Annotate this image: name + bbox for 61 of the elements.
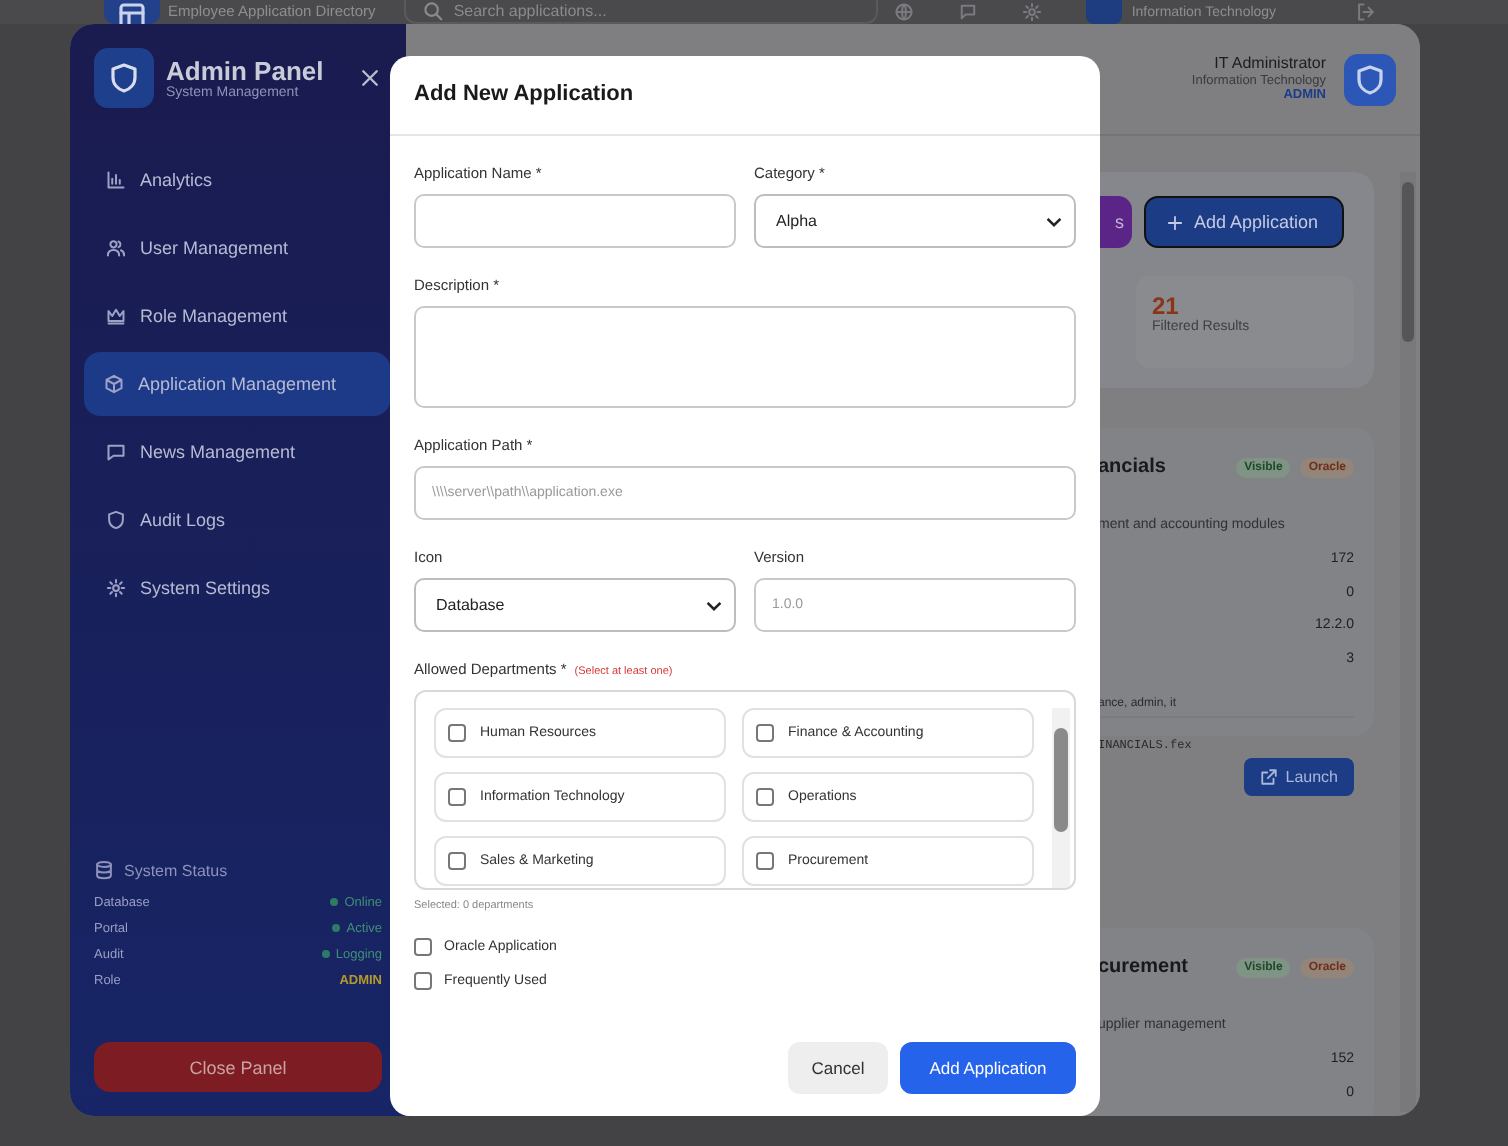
add-application-button[interactable]: Add Application xyxy=(1144,196,1344,248)
checkbox[interactable] xyxy=(414,971,432,989)
nav-item[interactable]: User Management xyxy=(86,216,390,280)
close-panel-button[interactable]: Close Panel xyxy=(94,1042,382,1092)
checkbox[interactable] xyxy=(756,852,774,870)
checkbox[interactable] xyxy=(448,724,466,742)
cancel-button[interactable]: Cancel xyxy=(788,1042,888,1094)
database-icon xyxy=(94,860,114,880)
nav-item[interactable]: Analytics xyxy=(86,148,390,212)
plus-icon xyxy=(1166,213,1184,231)
nav-item[interactable]: System Settings xyxy=(86,556,390,620)
settings-icon[interactable] xyxy=(1021,2,1042,22)
external-link-icon xyxy=(1259,768,1278,786)
chat-icon[interactable] xyxy=(957,2,978,22)
dialog-title: Add New Application xyxy=(390,56,1100,136)
shield-icon xyxy=(106,510,126,530)
globe-icon[interactable] xyxy=(893,2,914,22)
dropdown[interactable]: Alpha xyxy=(754,194,1076,248)
checkbox[interactable] xyxy=(756,788,774,806)
nav-item[interactable]: Audit Logs xyxy=(86,488,390,552)
users-icon xyxy=(106,238,126,258)
stat-value: 21 xyxy=(1152,292,1179,320)
nav-item[interactable]: Application Management xyxy=(84,352,390,416)
chat-icon xyxy=(106,442,126,462)
checkbox[interactable] xyxy=(448,852,466,870)
portal-logo xyxy=(104,0,160,24)
checkbox[interactable] xyxy=(414,937,432,955)
name-field[interactable] xyxy=(414,194,736,248)
status-dot xyxy=(332,924,341,932)
user-name: IT Administrator xyxy=(1212,54,1326,74)
close-icon xyxy=(358,66,382,90)
scrollbar[interactable] xyxy=(1052,708,1070,888)
settings-icon xyxy=(106,578,126,598)
status-dot xyxy=(330,898,339,906)
shield-icon xyxy=(108,62,140,94)
nav-item[interactable]: Role Management xyxy=(86,284,390,348)
application-title: ancials xyxy=(1098,456,1166,478)
scrollbar-thumb[interactable] xyxy=(1054,728,1068,832)
checkbox[interactable] xyxy=(756,724,774,742)
logout-icon[interactable] xyxy=(1356,2,1377,22)
status-title: System Status xyxy=(124,861,228,879)
dropdown[interactable]: Database xyxy=(414,578,736,632)
search-icon xyxy=(421,0,444,22)
caret-icon xyxy=(1046,215,1062,227)
cube-icon xyxy=(104,374,124,394)
application-title: curement xyxy=(1098,956,1189,978)
panel-title: Admin Panel xyxy=(166,56,326,86)
description-field[interactable] xyxy=(414,306,1076,408)
crown-icon xyxy=(106,306,126,326)
scrollbar[interactable] xyxy=(1400,172,1416,1112)
scrollbar-thumb[interactable] xyxy=(1402,182,1414,342)
caret-icon xyxy=(706,599,722,611)
close-button[interactable] xyxy=(358,66,382,90)
bar-chart-icon xyxy=(106,170,126,190)
add-application-button[interactable]: Add Application xyxy=(900,1042,1076,1094)
shield-icon xyxy=(1354,63,1386,95)
launch-button[interactable]: Launch xyxy=(1243,758,1354,796)
nav-item[interactable]: News Management xyxy=(86,420,390,484)
user-avatar[interactable] xyxy=(1344,53,1396,105)
checkbox[interactable] xyxy=(448,788,466,806)
status-dot xyxy=(321,950,330,958)
